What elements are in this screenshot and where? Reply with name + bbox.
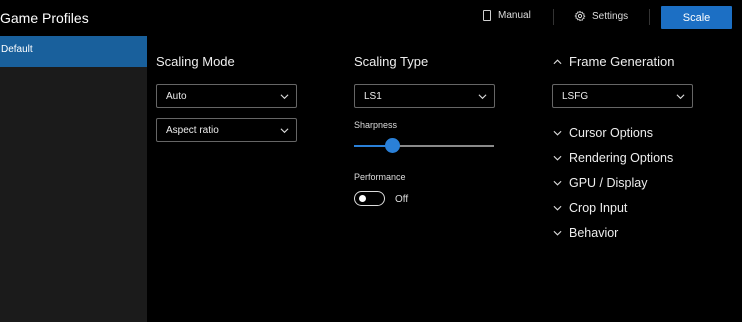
section-behavior[interactable]: Behavior bbox=[553, 226, 618, 240]
manual-icon bbox=[483, 10, 491, 21]
scale-button[interactable]: Scale bbox=[661, 6, 732, 29]
chevron-down-icon bbox=[553, 155, 562, 161]
frame-generation-select[interactable]: LSFG bbox=[552, 84, 693, 108]
section-label: GPU / Display bbox=[569, 176, 648, 190]
chevron-down-icon bbox=[280, 128, 289, 134]
aspect-ratio-value: Aspect ratio bbox=[166, 125, 219, 136]
title-bar: Game Profiles Manual Settings Scale bbox=[0, 0, 742, 36]
section-cursor-options[interactable]: Cursor Options bbox=[553, 126, 653, 140]
section-rendering-options[interactable]: Rendering Options bbox=[553, 151, 673, 165]
sharpness-label: Sharpness bbox=[354, 120, 398, 130]
performance-label: Performance bbox=[354, 172, 406, 182]
section-crop-input[interactable]: Crop Input bbox=[553, 201, 627, 215]
section-label: Rendering Options bbox=[569, 151, 674, 165]
section-label: Crop Input bbox=[569, 201, 628, 215]
gear-icon bbox=[574, 10, 586, 22]
chevron-down-icon bbox=[676, 94, 685, 100]
manual-label: Manual bbox=[498, 10, 531, 21]
frame-generation-value: LSFG bbox=[562, 91, 589, 102]
app-title: Game Profiles bbox=[0, 10, 89, 26]
divider bbox=[649, 9, 650, 25]
performance-state: Off bbox=[395, 194, 409, 205]
profile-sidebar: Default bbox=[0, 36, 147, 322]
divider bbox=[553, 9, 554, 25]
sharpness-slider[interactable] bbox=[354, 138, 494, 153]
sidebar-item-default[interactable]: Default bbox=[0, 36, 147, 67]
chevron-down-icon bbox=[280, 94, 289, 100]
performance-toggle[interactable] bbox=[354, 191, 385, 206]
section-gpu-display[interactable]: GPU / Display bbox=[553, 176, 648, 190]
scaling-type-value: LS1 bbox=[364, 91, 382, 102]
section-label: Cursor Options bbox=[569, 126, 654, 140]
toggle-knob bbox=[359, 195, 366, 202]
manual-button[interactable]: Manual bbox=[483, 10, 531, 21]
settings-button[interactable]: Settings bbox=[574, 10, 628, 22]
aspect-ratio-select[interactable]: Aspect ratio bbox=[156, 118, 297, 142]
section-label: Behavior bbox=[569, 226, 619, 240]
chevron-down-icon bbox=[553, 130, 562, 136]
sharpness-slider-thumb[interactable] bbox=[384, 138, 400, 153]
chevron-up-icon bbox=[553, 58, 562, 64]
frame-generation-title: Frame Generation bbox=[569, 54, 675, 69]
scaling-mode-value: Auto bbox=[166, 91, 187, 102]
scaling-mode-select[interactable]: Auto bbox=[156, 84, 297, 108]
scaling-type-select[interactable]: LS1 bbox=[354, 84, 495, 108]
scaling-type-title: Scaling Type bbox=[354, 54, 429, 69]
scaling-mode-title: Scaling Mode bbox=[156, 54, 235, 69]
settings-label: Settings bbox=[592, 10, 629, 22]
chevron-down-icon bbox=[553, 205, 562, 211]
chevron-down-icon bbox=[553, 230, 562, 236]
chevron-down-icon bbox=[478, 94, 487, 100]
sidebar-item-label: Default bbox=[1, 44, 33, 55]
frame-generation-header[interactable]: Frame Generation bbox=[553, 54, 675, 69]
chevron-down-icon bbox=[553, 180, 562, 186]
